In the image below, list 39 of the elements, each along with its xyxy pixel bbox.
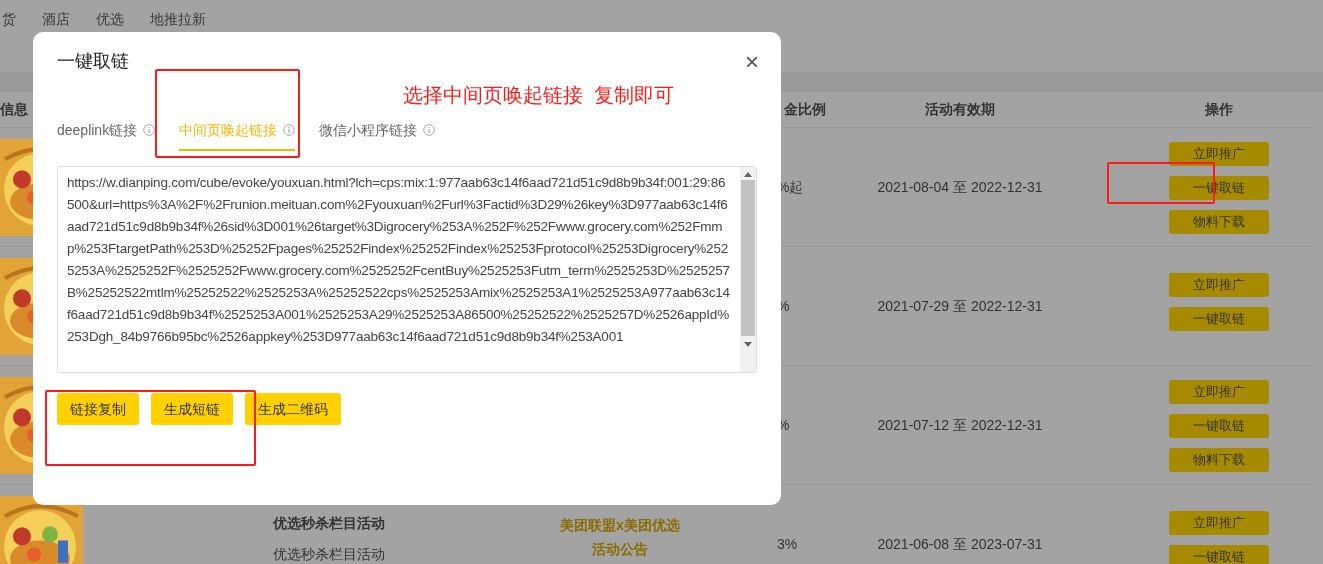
nav-tab[interactable]: 酒店: [42, 9, 70, 29]
action-button[interactable]: 立即推广: [1169, 380, 1269, 404]
table-cell-text: 3%: [776, 535, 799, 554]
activity-subtitle: 优选秒杀栏目活动: [273, 545, 386, 564]
dialog-title: 一键取链: [57, 50, 129, 73]
info-icon: [283, 124, 296, 136]
action-button[interactable]: 立即推广: [1169, 511, 1269, 535]
action-button[interactable]: 生成二维码: [245, 393, 341, 425]
activity-title: 优选秒杀栏目活动: [273, 514, 386, 533]
action-button[interactable]: 一键取链: [1169, 414, 1269, 438]
column-header: 活动有效期: [925, 100, 995, 119]
table-cell-text: 2021-07-29 至 2022-12-31: [876, 297, 1044, 316]
table-cell-text: 2021-06-08 至 2023-07-31: [876, 535, 1044, 554]
nav-tab[interactable]: 地推拉新: [150, 9, 206, 29]
info-icon: [423, 124, 436, 136]
scrollbar[interactable]: [740, 167, 756, 372]
tab[interactable]: 微信小程序链接: [319, 117, 436, 151]
scroll-down-icon[interactable]: [744, 342, 752, 347]
scroll-up-icon[interactable]: [744, 172, 752, 177]
column-header: 操作: [1204, 100, 1234, 119]
nav-tab[interactable]: 货: [2, 9, 16, 29]
nav-tab[interactable]: 优选: [96, 9, 124, 29]
column-header: 信息: [0, 100, 28, 119]
column-header: 金比例: [784, 100, 826, 119]
action-button[interactable]: 物料下载: [1169, 210, 1269, 234]
annotation-text: 选择中间页唤起链接 复制即可: [403, 83, 675, 108]
action-button[interactable]: 一键取链: [1169, 307, 1269, 331]
tab[interactable]: deeplink链接: [57, 117, 156, 151]
action-button[interactable]: 链接复制: [57, 393, 139, 425]
table-cell-text: 2021-07-12 至 2022-12-31: [876, 416, 1044, 435]
action-button[interactable]: 立即推广: [1169, 273, 1269, 297]
action-button[interactable]: 生成短链: [151, 393, 233, 425]
action-button[interactable]: 立即推广: [1169, 142, 1269, 166]
action-button[interactable]: 物料下载: [1169, 448, 1269, 472]
link-textarea[interactable]: https://w.dianping.com/cube/evoke/youxuan.html?lch=cps:mix:1:977aab63c14f6aad721d51c9d8b9b34f:001:29:86500&url=https%3A%2F%2Frunion.meituan.com%2Fyouxuan%2Furl%3Factid%3D29%26key%3D977aab63c14f6aad721d51c9d8b9b34f%26sid%3D001%26target%3Digrocery%253A%252F%252Fwww.grocery.com%252Fmmp%253FtargetPath%253D%25252Fpages%25252Findex%25252Findex%25253Fprotocol%25253Digrocery%2525253A%2525252F%2525252Fwww.grocery.com%2525252FcentBuy%2525253Futm_term%2525253D%2525257B%25252522mtlm%25252522%2525253A%25252522cps%2525253Amix%2525253A1%2525253A977aab63c14f6aad721d51c9d8b9b34f%2525253A001%2525253A29%2525253A86500%25252522%2525257D%2526appId%253Dgh_84b9766b95bc%2526appkey%253D977aab63c14f6aad721d51c9d8b9b34f%253A001: [57, 166, 757, 373]
table-cell-text: 2021-08-04 至 2022-12-31: [876, 178, 1044, 197]
info-icon: [143, 124, 156, 136]
close-button[interactable]: ×: [745, 49, 759, 74]
action-button[interactable]: 一键取链: [1169, 545, 1269, 564]
